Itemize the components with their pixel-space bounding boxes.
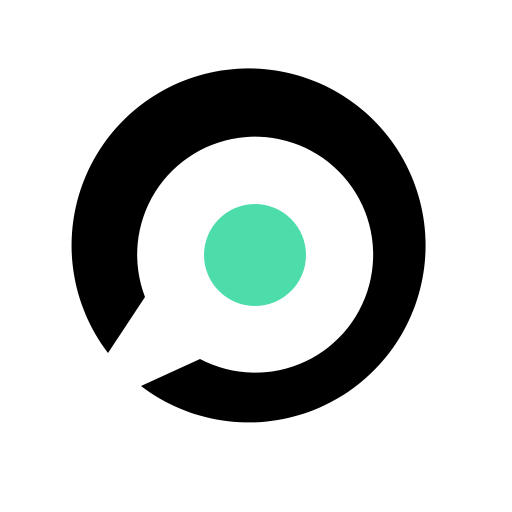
center-dot bbox=[204, 204, 306, 306]
logo-icon bbox=[71, 68, 426, 423]
app-icon-canvas bbox=[0, 0, 512, 512]
